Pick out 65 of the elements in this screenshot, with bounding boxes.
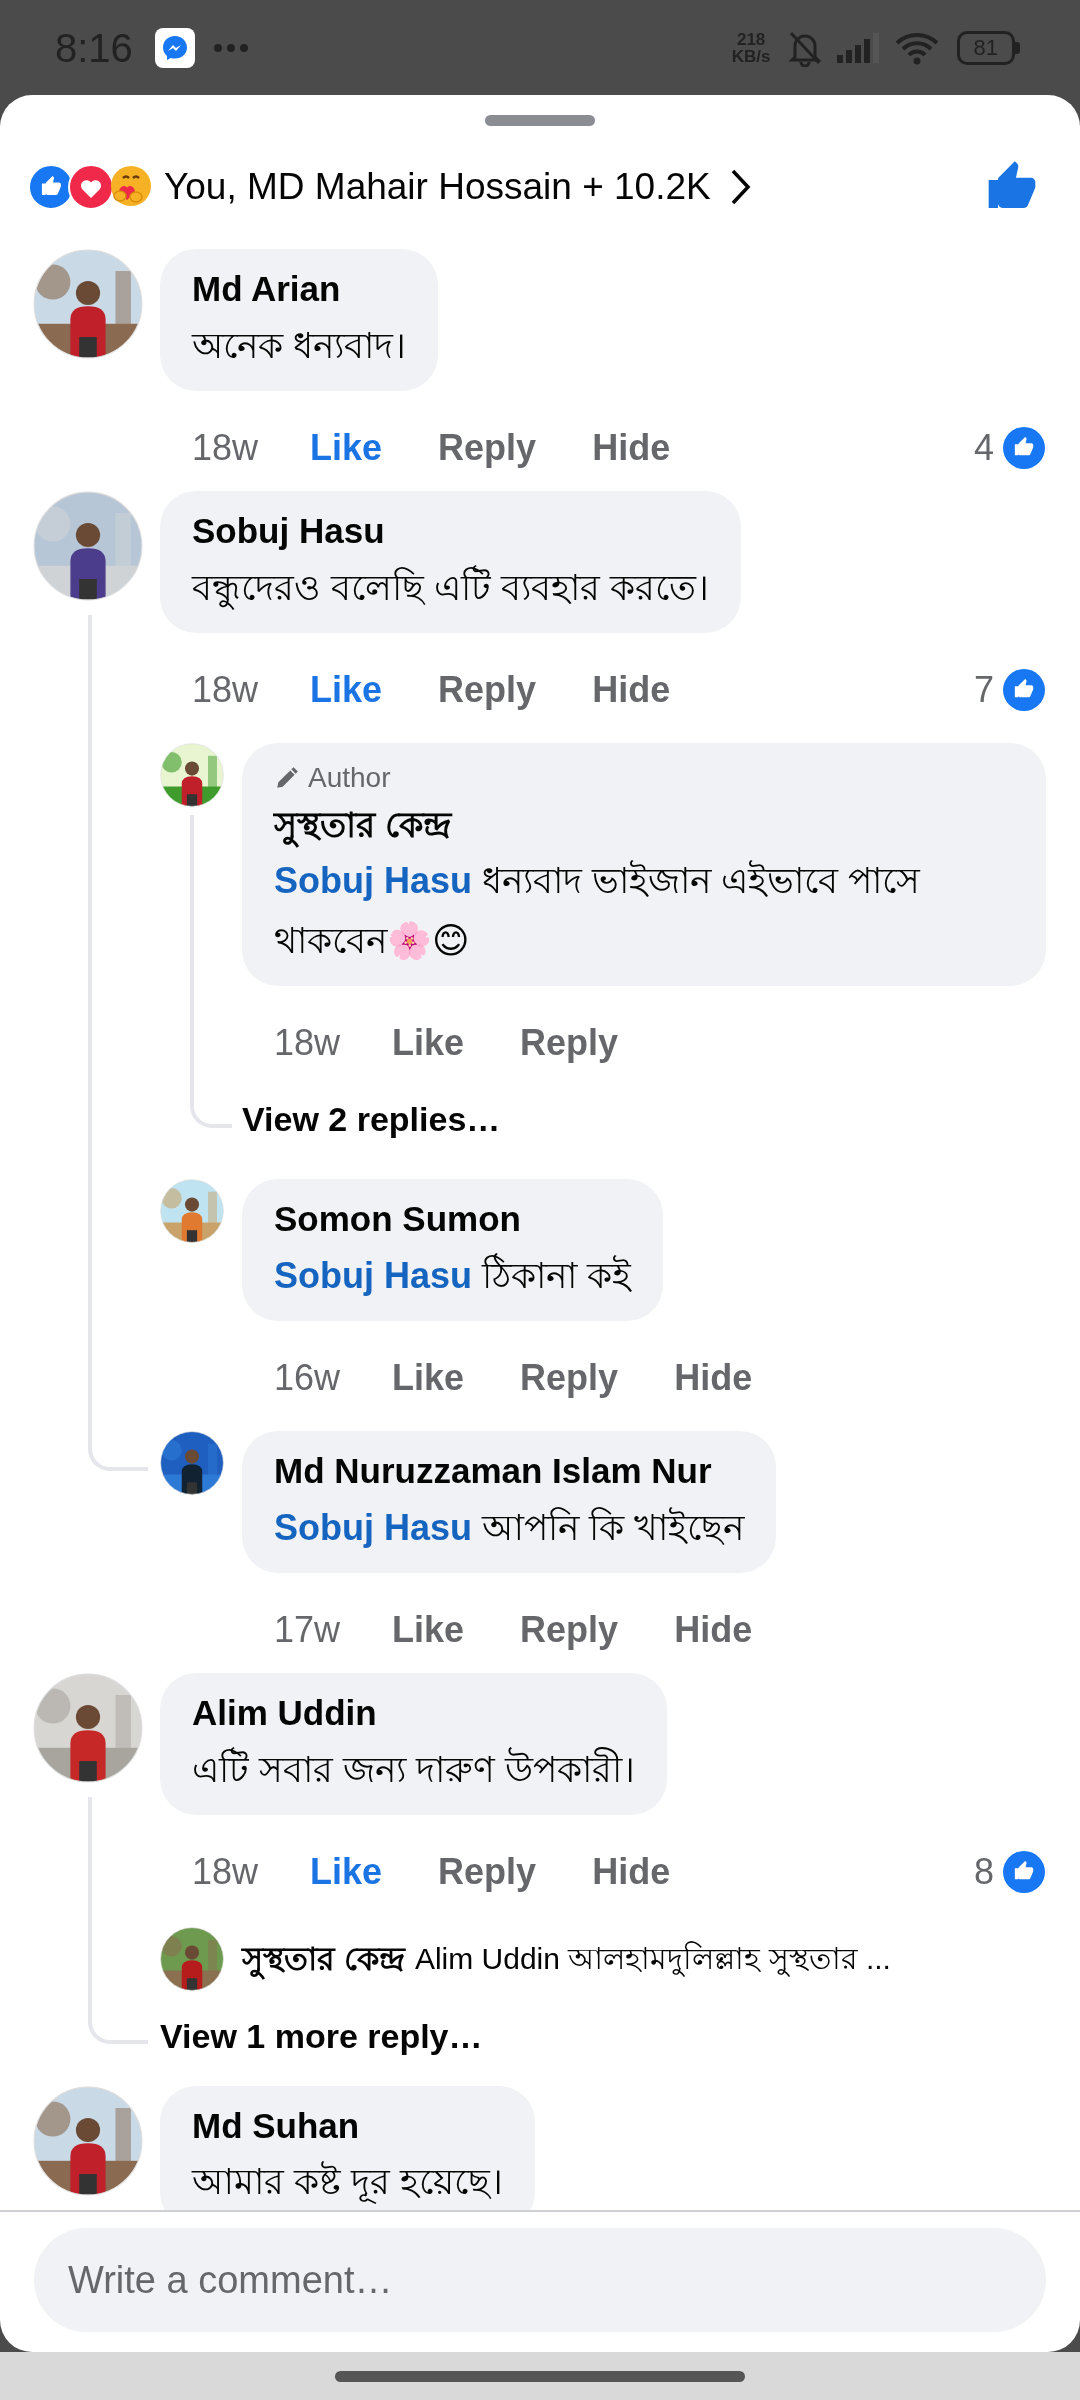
like-link[interactable]: Like (392, 1351, 465, 1406)
hide-link[interactable]: Hide (592, 421, 671, 476)
thread-connector (190, 1086, 232, 1128)
mention-link[interactable]: Sobuj Hasu (274, 1506, 473, 1548)
comment-text: অনেক ধন্যবাদ। (192, 323, 406, 368)
like-link[interactable]: Like (310, 421, 383, 476)
view-replies-link[interactable]: View 2 replies… (242, 1094, 501, 1146)
comment-text: Sobuj Hasu ঠিকানা কই (274, 1252, 632, 1298)
like-count-icon (1002, 668, 1046, 712)
comment-text: Sobuj Hasu আপনি কি খাইছেন (274, 1505, 745, 1550)
thread-connector (88, 2002, 148, 2045)
reaction-summary[interactable]: You, MD Mahair Hossain + 10.2K (164, 158, 711, 215)
commenter-name[interactable]: Sobuj Hasu (192, 505, 709, 558)
comment-time: 18w (192, 668, 259, 712)
reply-link[interactable]: Reply (438, 663, 537, 717)
heart-reaction-icon (68, 163, 114, 210)
hide-link[interactable]: Hide (674, 1603, 753, 1658)
commenter-name[interactable]: Somon Sumon (274, 1193, 632, 1246)
like-link[interactable]: Like (392, 1016, 465, 1071)
like-count-icon (1002, 1849, 1046, 1894)
reply-preview: Alim Uddin আলহামদুলিল্লাহ সুস্থতার ... (414, 1940, 891, 1979)
pencil-icon (274, 765, 300, 791)
like-count: 8 (973, 1849, 994, 1894)
mention-link[interactable]: Sobuj Hasu (274, 1254, 473, 1296)
author-label: Author (308, 761, 391, 795)
like-count-icon (1002, 426, 1046, 471)
reply-link[interactable]: Reply (520, 1016, 619, 1071)
comment-time: 16w (274, 1356, 341, 1401)
reply-link[interactable]: Reply (438, 1844, 537, 1899)
commenter-name[interactable]: সুস্থতার কেন্দ্র (274, 799, 1014, 852)
comment-time: 18w (192, 1849, 259, 1894)
reply-link[interactable]: Reply (438, 421, 537, 476)
hide-link[interactable]: Hide (592, 1844, 671, 1899)
hide-link[interactable]: Hide (674, 1351, 753, 1406)
reply-link[interactable]: Reply (520, 1603, 619, 1658)
comment-text: এটি সবার জন্য দারুণ উপকারী। (192, 1746, 635, 1792)
comment-time: 18w (192, 426, 259, 471)
commenter-name[interactable]: Md Nuruzzaman Islam Nur (274, 1445, 745, 1498)
thread-connector (88, 1421, 148, 1472)
commenter-name[interactable]: Md Arian (192, 263, 406, 316)
like-link[interactable]: Like (310, 1844, 383, 1899)
mention-link[interactable]: Sobuj Hasu (274, 860, 473, 902)
comment-text: Sobuj Hasu ধন্যবাদ ভাইজান এইভাবে পাসে থাকবেন🌸😊 (274, 859, 922, 963)
comment-time: 18w (274, 1021, 341, 1066)
comment-time: 17w (274, 1608, 341, 1653)
more-icon (212, 42, 249, 53)
commenter-name[interactable]: Md Suhan (192, 2099, 503, 2153)
comment-text: আমার কষ্ট দূর হয়েছে। (192, 2160, 503, 2206)
comment-text: বন্ধুদেরও বলেছি এটি ব্যবহার করতে। (192, 564, 709, 612)
like-count: 4 (973, 426, 994, 471)
hide-link[interactable]: Hide (592, 663, 671, 717)
like-count: 7 (973, 668, 994, 712)
like-link[interactable]: Like (310, 663, 383, 717)
wifi-icon (894, 30, 939, 65)
home-indicator[interactable] (335, 2370, 745, 2382)
comment-input-field[interactable]: Write a comment… (34, 2228, 1046, 2332)
commenter-name[interactable]: Alim Uddin (192, 1687, 635, 1740)
reply-link[interactable]: Reply (520, 1351, 619, 1406)
like-link[interactable]: Like (392, 1603, 465, 1658)
commenter-name[interactable]: সুস্থতার কেন্দ্র (242, 1934, 405, 1983)
messenger-icon (154, 27, 195, 68)
drag-handle[interactable] (485, 115, 595, 126)
view-replies-link[interactable]: View 1 more reply… (160, 2010, 483, 2062)
battery-tip-icon (1015, 41, 1020, 54)
signal-icon (836, 32, 881, 63)
